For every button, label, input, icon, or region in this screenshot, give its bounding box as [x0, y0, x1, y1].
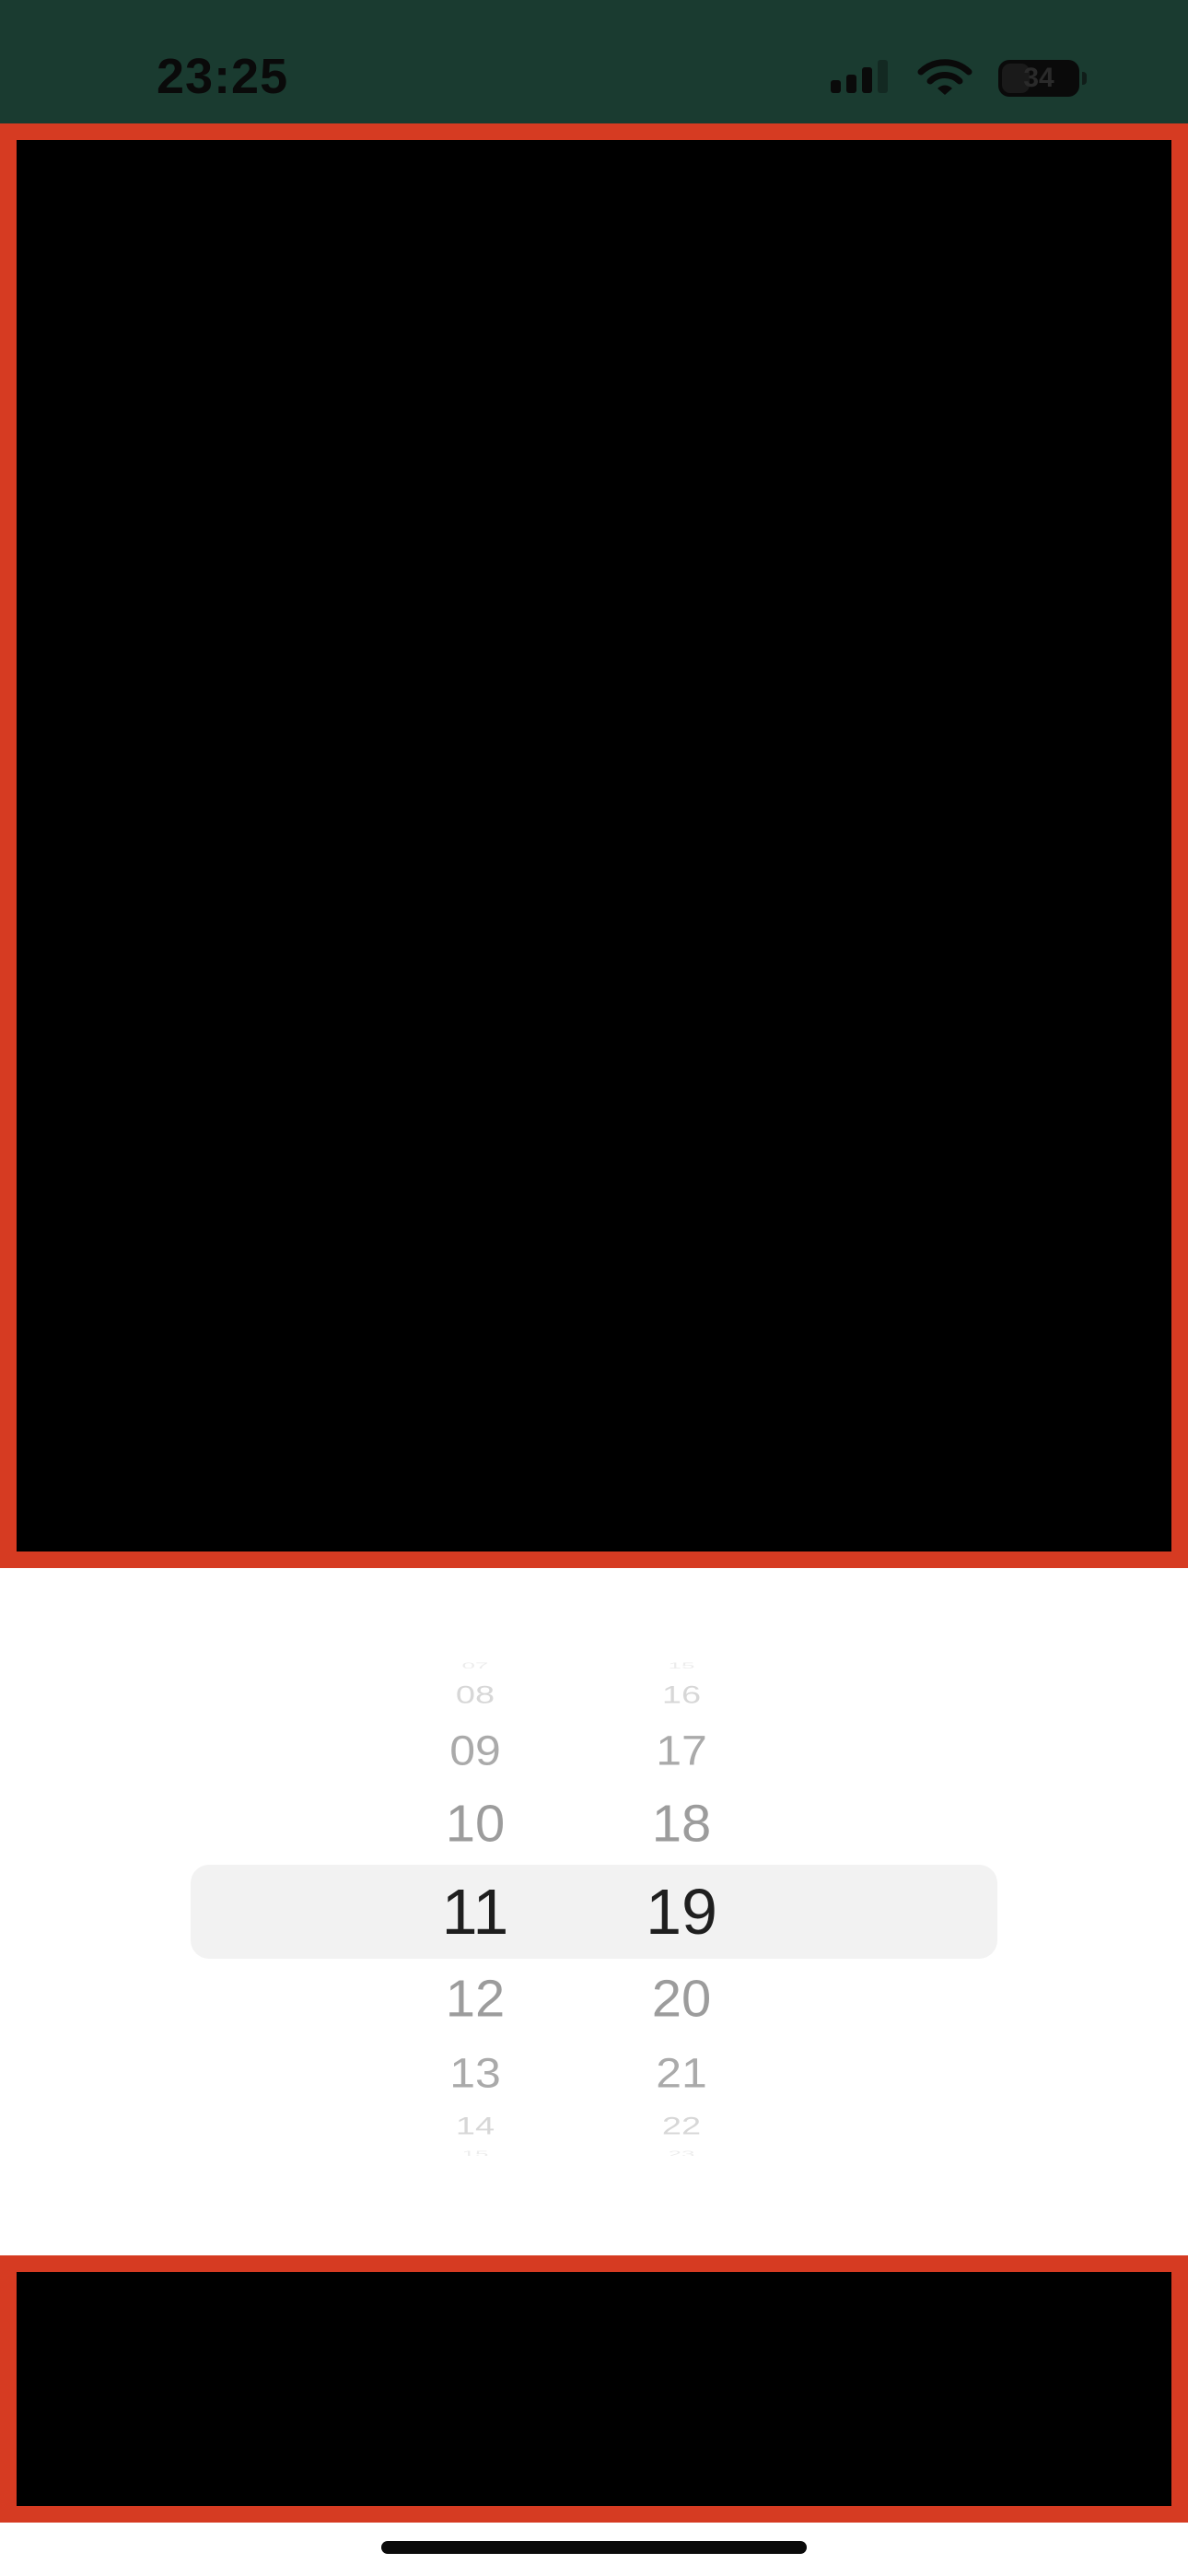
hour-wheel[interactable]: 07 08 09 10 11 12 13 14 15 [383, 1658, 567, 2156]
status-icons: 34 [831, 55, 1087, 101]
time-picker[interactable]: 07 08 09 10 11 12 13 14 15 15 16 17 18 19 20 21 22 23 [0, 1658, 1188, 2156]
home-indicator[interactable] [381, 2541, 807, 2554]
minute-option[interactable]: 17 [589, 1730, 774, 1772]
hour-option[interactable]: 08 [383, 1683, 567, 1708]
hour-option[interactable]: 09 [383, 1730, 567, 1772]
minute-option[interactable]: 22 [589, 2114, 774, 2139]
minute-option[interactable]: 23 [589, 2149, 774, 2156]
video-preview-panel[interactable] [0, 123, 1188, 1568]
cellular-signal-icon [831, 58, 891, 99]
hour-selected[interactable]: 11 [383, 1879, 567, 1944]
screen: 23:25 34 07 08 09 10 11 12 13 14 15 15 16 17 18 19 20… [0, 0, 1188, 2576]
status-bar: 23:25 34 [0, 0, 1188, 123]
minute-option[interactable]: 15 [589, 1661, 774, 1669]
minute-option[interactable]: 18 [589, 1797, 774, 1850]
hour-option[interactable]: 13 [383, 2053, 567, 2094]
battery-level: 34 [1023, 63, 1054, 93]
minute-selected[interactable]: 19 [589, 1879, 774, 1944]
minute-option[interactable]: 16 [589, 1683, 774, 1708]
battery-icon: 34 [998, 60, 1087, 97]
hour-option[interactable]: 14 [383, 2114, 567, 2139]
minute-option[interactable]: 20 [589, 1973, 774, 2025]
bottom-panel[interactable] [0, 2255, 1188, 2523]
hour-option[interactable]: 12 [383, 1973, 567, 2025]
hour-option[interactable]: 07 [383, 1661, 567, 1669]
status-time: 23:25 [157, 49, 289, 104]
hour-option[interactable]: 10 [383, 1797, 567, 1850]
hour-option[interactable]: 15 [383, 2149, 567, 2156]
minute-wheel[interactable]: 15 16 17 18 19 20 21 22 23 [589, 1658, 774, 2156]
wifi-icon [917, 59, 973, 95]
minute-option[interactable]: 21 [589, 2053, 774, 2094]
